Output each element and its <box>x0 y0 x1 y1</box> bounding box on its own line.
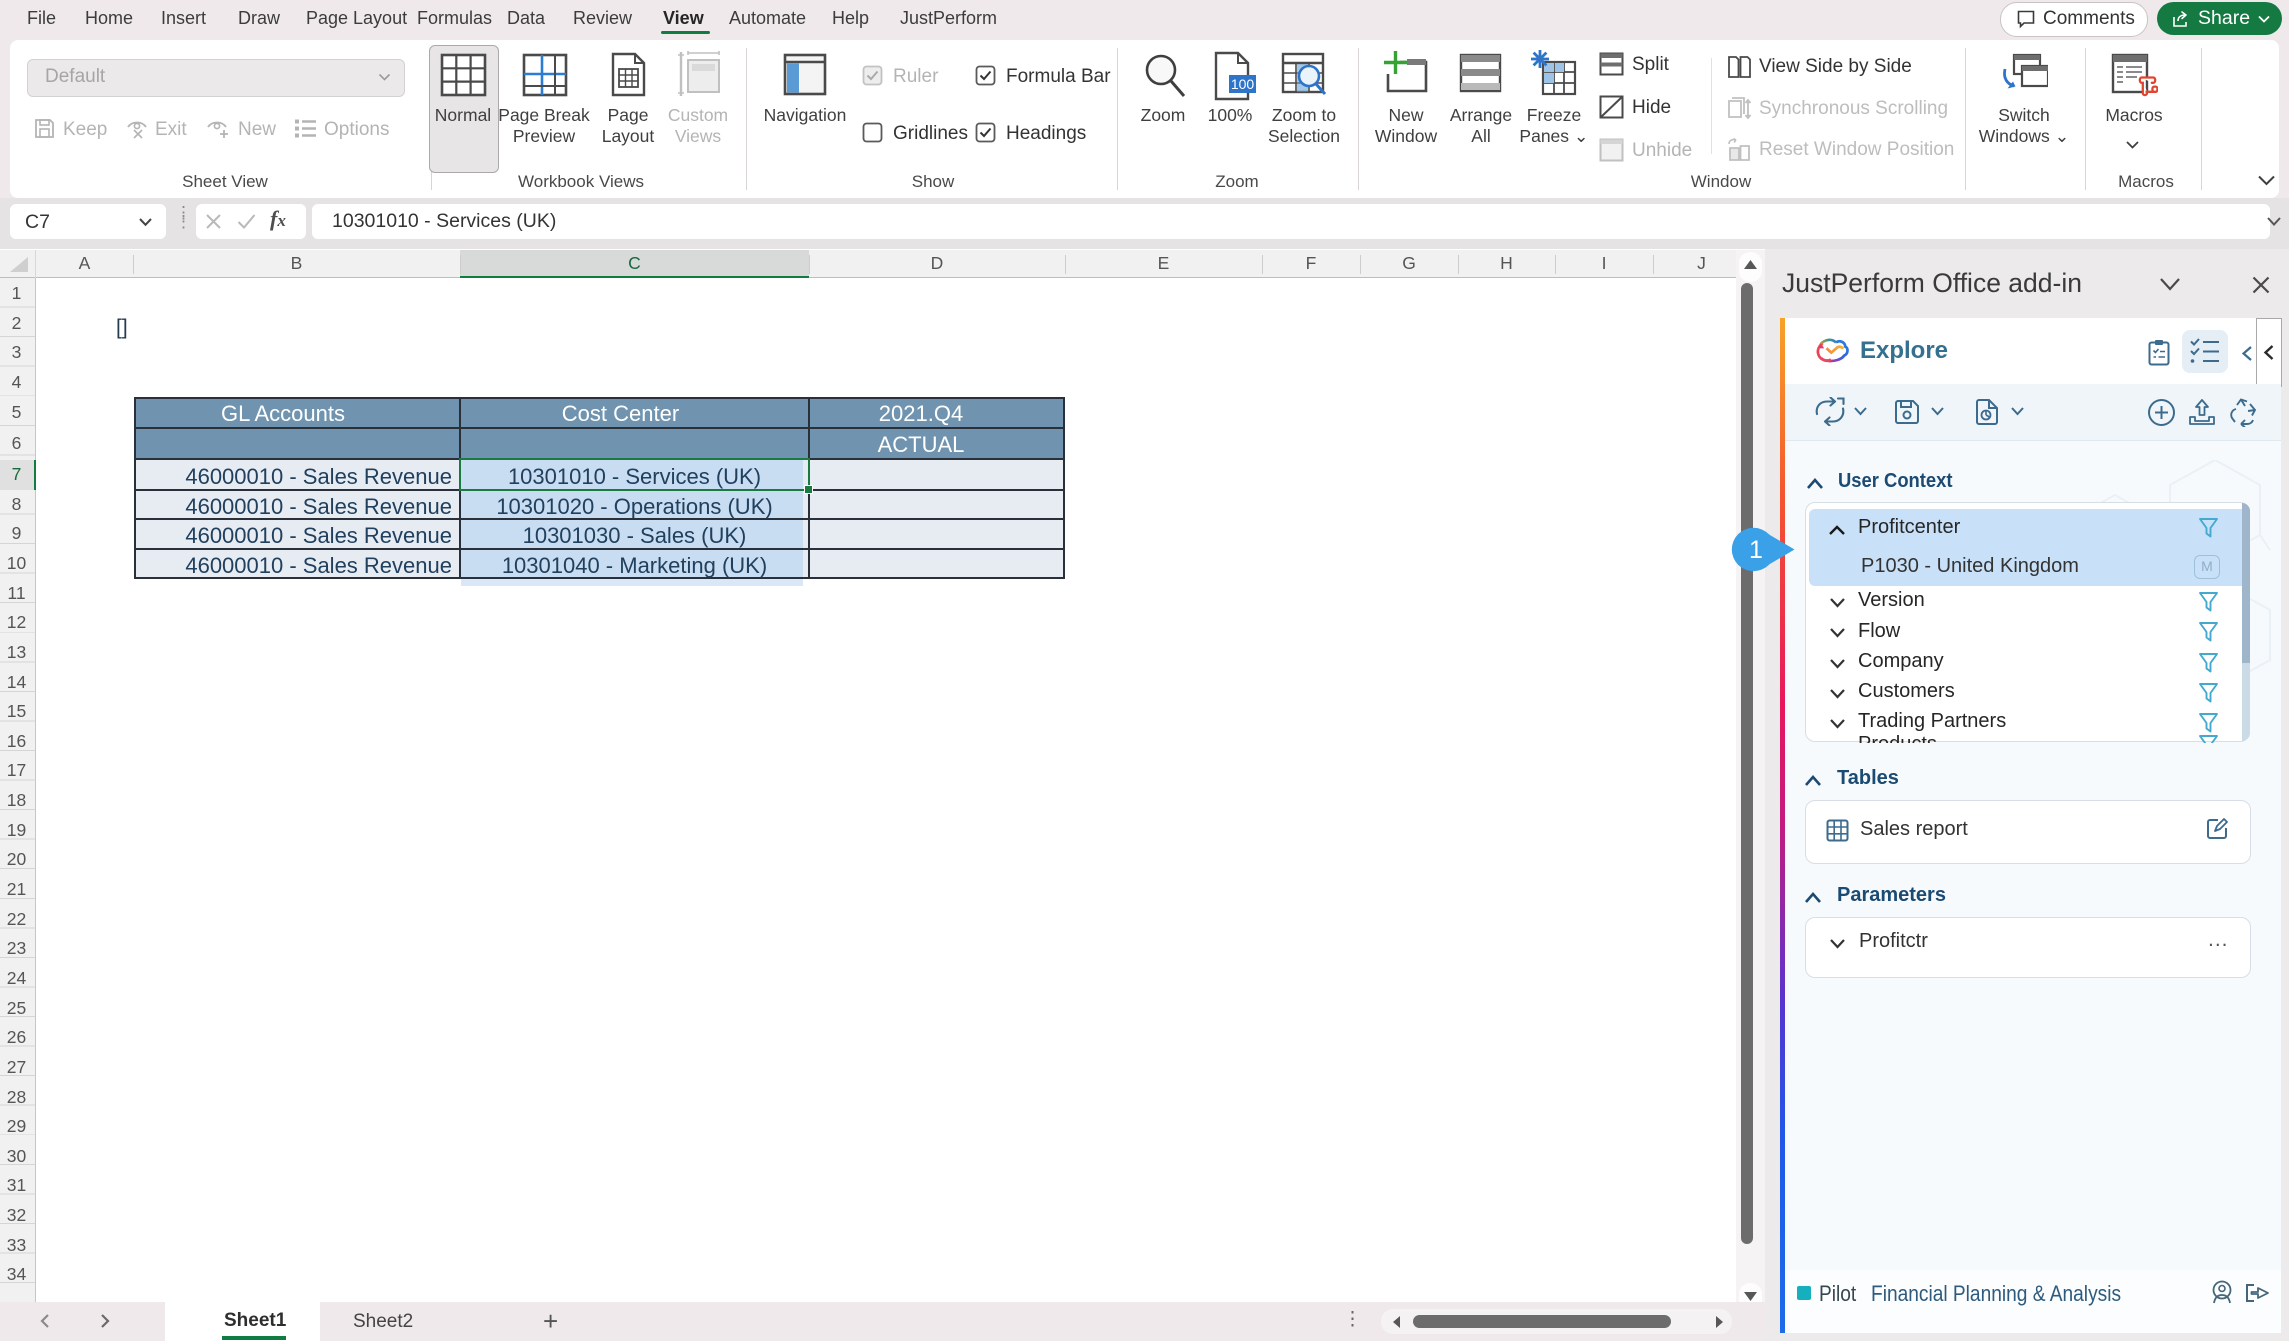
svg-text:100: 100 <box>1231 76 1255 92</box>
svg-text:1: 1 <box>1749 536 1763 564</box>
